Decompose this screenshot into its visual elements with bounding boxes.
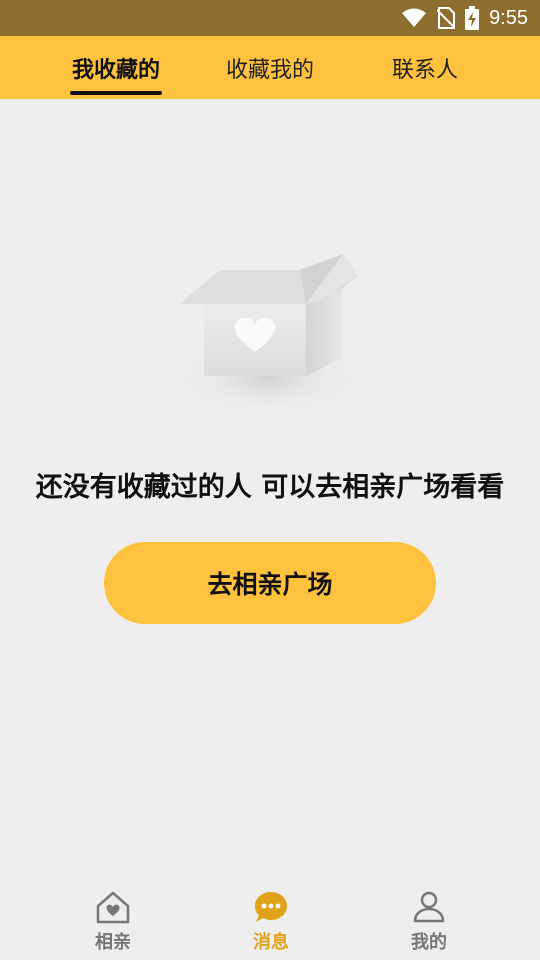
- tab-label: 收藏我的: [225, 57, 314, 83]
- battery-charging-icon: [465, 6, 480, 30]
- empty-state-message: 还没有收藏过的人 可以去相亲广场看看: [35, 472, 505, 503]
- no-sim-icon: [437, 7, 456, 29]
- tab-favorited-me[interactable]: 收藏我的: [216, 36, 324, 99]
- active-tab-indicator: [70, 91, 162, 95]
- house-heart-icon: [94, 888, 132, 926]
- status-bar: 9:55: [0, 0, 540, 36]
- nav-item-messages[interactable]: 消息: [221, 888, 321, 958]
- tab-my-favorites[interactable]: 我收藏的: [62, 36, 170, 99]
- nav-item-dating[interactable]: 相亲: [63, 888, 163, 958]
- empty-box-heart-icon: [160, 230, 380, 430]
- go-to-dating-plaza-button[interactable]: 去相亲广场: [104, 542, 436, 624]
- nav-label: 我的: [411, 932, 447, 953]
- person-icon: [410, 888, 448, 926]
- status-time: 9:55: [489, 6, 528, 29]
- tab-label: 联系人: [391, 57, 458, 83]
- nav-label: 相亲: [95, 932, 131, 953]
- nav-label: 消息: [253, 932, 289, 953]
- bottom-nav: 相亲 消息 我的: [0, 880, 540, 960]
- tab-label: 我收藏的: [71, 57, 160, 83]
- nav-item-profile[interactable]: 我的: [379, 888, 479, 958]
- wifi-icon: [401, 8, 427, 28]
- chat-bubble-icon: [252, 888, 290, 926]
- top-tab-bar: 我收藏的 收藏我的 联系人: [0, 36, 540, 99]
- tab-contacts[interactable]: 联系人: [380, 36, 470, 99]
